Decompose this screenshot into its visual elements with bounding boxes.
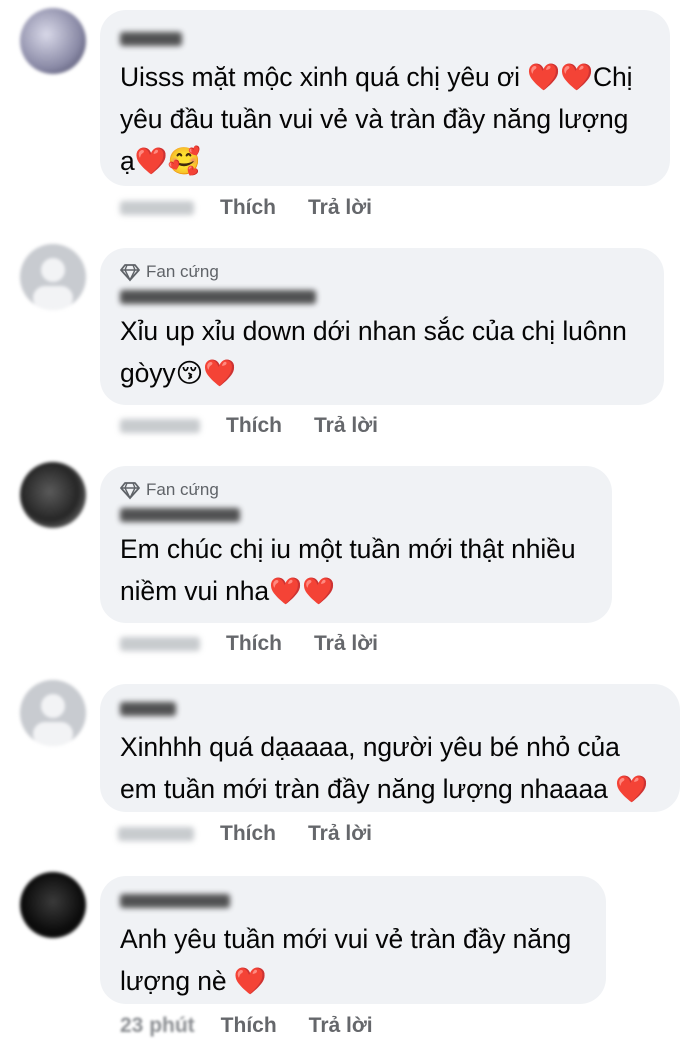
reply-button[interactable]: Trả lời: [308, 822, 372, 846]
badge-label: Fan cứng: [146, 262, 219, 281]
avatar[interactable]: [20, 244, 86, 310]
comment-text: Anh yêu tuần mới vui vẻ tràn đầy năng lư…: [120, 924, 572, 996]
like-button[interactable]: Thích: [226, 414, 282, 438]
comment-text: Uisss mặt mộc xinh quá chị yêu ơi ❤️❤️Ch…: [120, 62, 633, 176]
like-button[interactable]: Thích: [220, 822, 276, 846]
reply-button[interactable]: Trả lời: [309, 1014, 373, 1038]
comment-author[interactable]: [120, 504, 592, 526]
comment-timestamp[interactable]: 23 phút: [120, 1014, 195, 1038]
reply-button[interactable]: Trả lời: [308, 196, 372, 220]
comment-actions: Thích Trả lời: [120, 632, 378, 656]
comment-actions: Thích Trả lời: [118, 822, 372, 846]
badge-label: Fan cứng: [146, 480, 219, 499]
comment-bubble: Uisss mặt mộc xinh quá chị yêu ơi ❤️❤️Ch…: [100, 10, 670, 186]
comment-author[interactable]: [120, 28, 650, 50]
comment-timestamp[interactable]: [118, 827, 194, 841]
comment-actions: Thích Trả lời: [120, 414, 378, 438]
comment-timestamp[interactable]: [120, 637, 200, 651]
comment-actions: Thích Trả lời: [120, 196, 372, 220]
top-fan-badge: Fan cứng: [120, 480, 592, 500]
avatar[interactable]: [20, 462, 86, 528]
comment-author[interactable]: [120, 698, 660, 720]
comment-text: Xinhhh quá dạaaaa, người yêu bé nhỏ của …: [120, 732, 648, 804]
avatar[interactable]: [20, 8, 86, 74]
default-avatar-icon: [33, 694, 73, 746]
comment-bubble: Xinhhh quá dạaaaa, người yêu bé nhỏ của …: [100, 684, 680, 812]
comment-bubble: Anh yêu tuần mới vui vẻ tràn đầy năng lư…: [100, 876, 606, 1004]
comment-actions: 23 phút Thích Trả lời: [120, 1014, 373, 1038]
like-button[interactable]: Thích: [226, 632, 282, 656]
comment-text: Em chúc chị iu một tuần mới thật nhiều n…: [120, 534, 576, 606]
diamond-icon: [120, 264, 140, 282]
comment-author[interactable]: [120, 286, 644, 308]
comment-text: Xỉu up xỉu down dới nhan sắc của chị luô…: [120, 316, 627, 388]
comment-bubble: Fan cứng Em chúc chị iu một tuần mới thậ…: [100, 466, 612, 623]
comment-timestamp[interactable]: [120, 201, 194, 215]
comment-author[interactable]: [120, 890, 586, 912]
avatar[interactable]: [20, 680, 86, 746]
comment-timestamp[interactable]: [120, 419, 200, 433]
reply-button[interactable]: Trả lời: [314, 632, 378, 656]
like-button[interactable]: Thích: [220, 196, 276, 220]
reply-button[interactable]: Trả lời: [314, 414, 378, 438]
like-button[interactable]: Thích: [221, 1014, 277, 1038]
diamond-icon: [120, 482, 140, 500]
default-avatar-icon: [33, 258, 73, 310]
avatar[interactable]: [20, 872, 86, 938]
top-fan-badge: Fan cứng: [120, 262, 644, 282]
comment-bubble: Fan cứng Xỉu up xỉu down dới nhan sắc củ…: [100, 248, 664, 405]
